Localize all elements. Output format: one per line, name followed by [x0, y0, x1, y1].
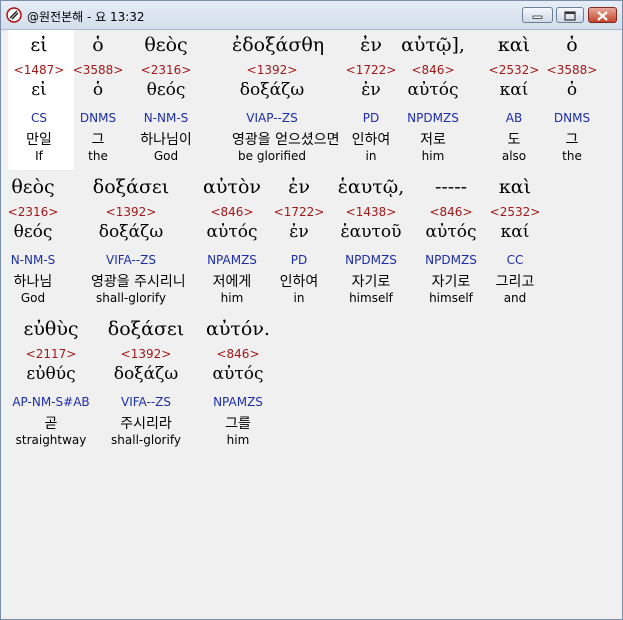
parse-code: NPDMZS: [407, 111, 459, 125]
strong-number: <1392>: [246, 63, 298, 77]
maximize-button[interactable]: [556, 7, 584, 23]
english-gloss: shall-glorify: [111, 433, 181, 447]
greek-word: δοξάσει: [92, 176, 170, 198]
english-gloss: and: [503, 291, 527, 305]
interlinear-word[interactable]: ὁ <3588> ὁ DNMS 그 the: [532, 30, 612, 168]
greek-word: ἐν: [288, 176, 310, 198]
english-gloss: the: [562, 149, 582, 163]
greek-word: εὐθὺς: [23, 318, 79, 340]
greek-word: δοξάσει: [107, 318, 185, 340]
english-gloss: God: [153, 149, 179, 163]
interlinear-word[interactable]: εὐθὺς <2117> εὐθύς AP-NM-S#AB 곧 straightway: [11, 314, 91, 452]
korean-gloss: 그리고: [495, 274, 535, 290]
korean-gloss: 자기로: [351, 274, 391, 290]
korean-gloss: 하나님이: [140, 132, 192, 148]
korean-gloss: 하나님: [13, 274, 53, 290]
korean-gloss: 그를: [225, 416, 251, 432]
interlinear-word[interactable]: ἑαυτῷ, <1438> ἑαυτοῦ NPDMZS 자기로 himself: [331, 172, 411, 310]
greek-word: ὁ: [566, 34, 578, 56]
english-gloss: straightway: [15, 433, 87, 447]
parse-code: VIAP--ZS: [246, 111, 298, 125]
english-gloss: him: [421, 149, 445, 163]
window-title: @원전본해 - 요 13:32: [27, 10, 145, 24]
lemma: ὁ: [566, 80, 578, 100]
english-gloss: in: [293, 291, 305, 305]
greek-word: θεὸς: [11, 176, 55, 198]
minimize-icon: [532, 15, 543, 19]
korean-gloss: 인하여: [279, 274, 319, 290]
strong-number: <1392>: [105, 205, 157, 219]
minimize-button[interactable]: [522, 7, 553, 23]
lemma: καί: [500, 222, 530, 242]
maximize-icon: [564, 11, 576, 21]
greek-word: ἐδοξάσθη: [232, 34, 325, 56]
parse-code: NPDMZS: [345, 253, 397, 267]
parse-code: N-NM-S: [10, 253, 56, 267]
korean-gloss: 영광을 얻으셨으면: [232, 132, 340, 148]
lemma: ἑαυτοῦ: [340, 222, 402, 242]
interlinear-word[interactable]: ἐν <1722> ἐν PD 인하여 in: [259, 172, 339, 310]
strong-number: <1438>: [345, 205, 397, 219]
lemma: δοξάζω: [239, 80, 305, 100]
interlinear-word[interactable]: αὐτόν. <846> αὐτός NPAMZS 그를 him: [198, 314, 278, 452]
app-window: @원전본해 - 요 13:32 εἰ <1487> εἰ CS 만일 If ὁ <3588> ὁ…: [0, 0, 623, 620]
parse-code: AP-NM-S#AB: [12, 395, 90, 409]
greek-word: αὐτῷ],: [401, 34, 465, 56]
strong-number: <846>: [411, 63, 455, 77]
korean-gloss: 저로: [420, 132, 446, 148]
greek-word: ἑαυτῷ,: [337, 176, 405, 198]
close-button[interactable]: [588, 7, 617, 23]
english-gloss: be glorified: [238, 149, 306, 163]
lemma: δοξάζω: [113, 364, 179, 384]
lemma: θεός: [146, 80, 186, 100]
title-bar[interactable]: @원전본해 - 요 13:32: [1, 1, 622, 30]
lemma: θεός: [13, 222, 53, 242]
strong-number: <2316>: [7, 205, 59, 219]
english-gloss: him: [226, 433, 250, 447]
english-gloss: God: [20, 291, 46, 305]
interlinear-word[interactable]: δοξάσει <1392> δοξάζω VIFA--ZS 영광을 주시리니 shall…: [91, 172, 186, 310]
interlinear-word[interactable]: δοξάσει <1392> δοξάζω VIFA--ZS 주시리라 shall-glo…: [106, 314, 186, 452]
interlinear-word[interactable]: ἐδοξάσθη <1392> δοξάζω VIAP--ZS 영광을 얻으셨으면 be …: [232, 30, 340, 168]
strong-number: <1392>: [120, 347, 172, 361]
lemma: δοξάζω: [98, 222, 164, 242]
parse-code: VIFA--ZS: [106, 253, 156, 267]
strong-number: <3588>: [546, 63, 598, 77]
lemma: αὐτός: [212, 364, 264, 384]
parse-code: NPAMZS: [213, 395, 263, 409]
interlinear-word[interactable]: καὶ <2532> καί CC 그리고 and: [475, 172, 555, 310]
lemma: εὐθύς: [26, 364, 76, 384]
korean-gloss: 곧: [44, 416, 58, 432]
parse-code: PD: [290, 253, 308, 267]
korean-gloss: 주시리라: [120, 416, 172, 432]
strong-number: <846>: [216, 347, 260, 361]
strong-number: <2316>: [140, 63, 192, 77]
english-gloss: himself: [349, 291, 393, 305]
lemma: αὐτός: [407, 80, 459, 100]
parse-code: N-NM-S: [143, 111, 189, 125]
english-gloss: shall-glorify: [96, 291, 166, 305]
parse-code: CC: [506, 253, 524, 267]
interlinear-word[interactable]: αὐτῷ], <846> αὐτός NPDMZS 저로 him: [393, 30, 473, 168]
interlinear-word[interactable]: θεὸς <2316> θεός N-NM-S 하나님이 God: [126, 30, 206, 168]
parse-code: VIFA--ZS: [121, 395, 171, 409]
interlinear-word[interactable]: θεὸς <2316> θεός N-NM-S 하나님 God: [0, 172, 73, 310]
strong-number: <2117>: [25, 347, 77, 361]
bible-app-icon: [6, 7, 22, 23]
parse-code: DNMS: [553, 111, 591, 125]
greek-word: καὶ: [498, 176, 532, 198]
korean-gloss: 영광을 주시리니: [91, 274, 186, 290]
strong-number: <1722>: [273, 205, 325, 219]
greek-word: αὐτόν.: [206, 318, 270, 340]
close-icon: [597, 11, 608, 21]
strong-number: <2532>: [489, 205, 541, 219]
korean-gloss: 그: [565, 132, 579, 148]
lemma: ἐν: [289, 222, 309, 242]
greek-word: θεὸς: [144, 34, 188, 56]
